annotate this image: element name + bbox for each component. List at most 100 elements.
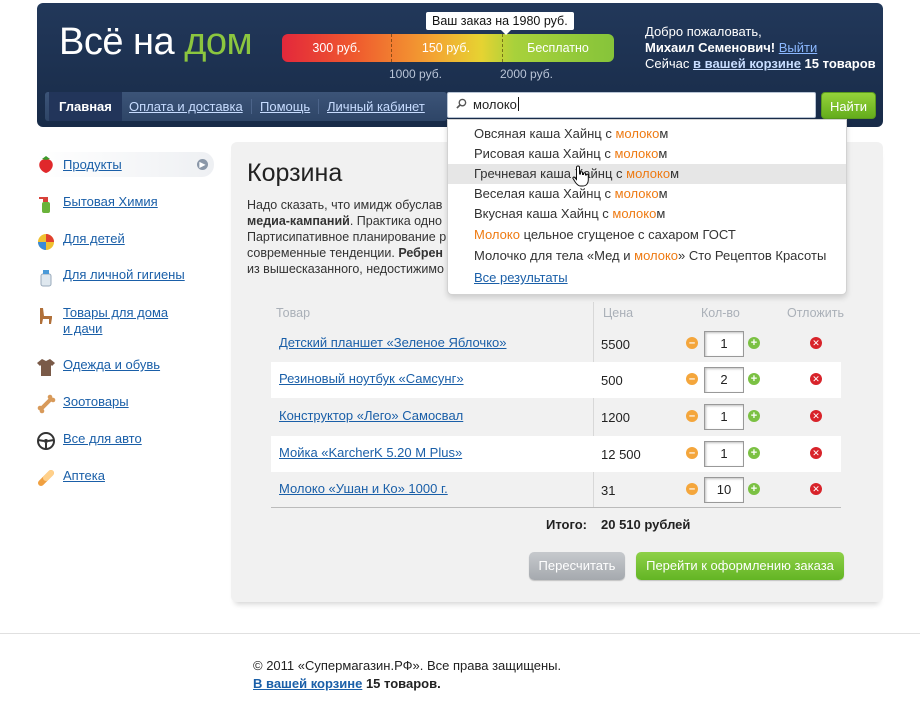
suggestion-item[interactable]: Веселая каша Хайнц с молоком <box>448 184 846 204</box>
footer-divider <box>0 633 920 634</box>
nav-help[interactable]: Помощь <box>260 92 310 121</box>
delivery-progress-bar: 300 руб. 150 руб. Бесплатно <box>282 34 614 62</box>
search-input[interactable]: молоко <box>447 92 816 118</box>
increase-qty-icon[interactable]: + <box>748 483 760 495</box>
increase-qty-icon[interactable]: + <box>748 337 760 349</box>
bar-segment-3: Бесплатно <box>527 41 589 55</box>
bar-segment-1: 300 руб. <box>312 41 361 55</box>
sidebar-item-label: Для детей <box>63 231 125 246</box>
nav-home[interactable]: Главная <box>49 92 122 121</box>
footer-cart: В вашей корзине 15 товаров. <box>253 676 441 691</box>
total-label: Итого: <box>546 517 587 532</box>
table-row: Мойка «KarcherK 5.20 M Plus» 12 500 – 1 … <box>271 436 841 472</box>
main-nav: Главная Оплата и доставка Помощь Личный … <box>45 92 447 121</box>
logo[interactable]: Всё на дом <box>59 21 253 64</box>
strawberry-icon <box>39 156 53 173</box>
sidebar-item-label: Зоотовары <box>63 394 129 409</box>
sidebar-item-products[interactable]: Продукты ▶ <box>36 152 214 177</box>
product-link[interactable]: Молоко «Ушан и Ко» 1000 г. <box>279 481 448 496</box>
table-bottom-line <box>271 507 841 508</box>
remove-item-icon[interactable]: ✕ <box>810 410 822 422</box>
product-link[interactable]: Конструктор «Лего» Самосвал <box>279 408 463 423</box>
header-cart-link[interactable]: в вашей корзине <box>693 56 801 71</box>
product-price: 31 <box>601 483 616 498</box>
nav-separator <box>318 99 319 114</box>
table-row: Детский планшет «Зеленое Яблочко» 5500 –… <box>271 326 841 362</box>
suggestion-item[interactable]: Овсяная каша Хайнц с молоком <box>448 124 846 144</box>
bar-segment-2: 150 руб. <box>421 41 471 55</box>
all-results-link[interactable]: Все результаты <box>474 270 568 285</box>
decrease-qty-icon[interactable]: – <box>686 337 698 349</box>
decrease-qty-icon[interactable]: – <box>686 373 698 385</box>
bar-tick-2000: 2000 руб. <box>500 67 553 81</box>
search-icon <box>456 98 467 109</box>
order-total-tooltip: Ваш заказ на 1980 руб. <box>426 12 574 35</box>
sidebar-item-label: Бытовая Химия <box>63 194 158 209</box>
decrease-qty-icon[interactable]: – <box>686 410 698 422</box>
shirt-icon <box>37 359 55 376</box>
nav-separator <box>251 99 252 114</box>
sidebar-item-label: Одежда и обувь <box>63 357 161 372</box>
beach-ball-icon <box>38 234 54 250</box>
footer-cart-link[interactable]: В вашей корзине <box>253 676 362 691</box>
welcome-block: Добро пожаловать, Михаил Семенович! Выйт… <box>645 24 880 72</box>
header-cart-count: 15 товаров <box>804 56 876 71</box>
copyright: © 2011 «Супермагазин.РФ». Все права защи… <box>253 658 562 673</box>
sidebar-item-label: Аптека <box>63 468 105 483</box>
search-suggestions: Овсяная каша Хайнц с молоком Рисовая каш… <box>447 119 847 295</box>
remove-item-icon[interactable]: ✕ <box>810 373 822 385</box>
table-row: Резиновый ноутбук «Самсунг» 500 – 2 + ✕ <box>271 362 841 398</box>
table-row: Молоко «Ушан и Ко» 1000 г. 31 – 10 + ✕ <box>271 472 841 508</box>
search-button[interactable]: Найти <box>821 92 876 119</box>
spray-bottle-icon <box>39 197 50 213</box>
suggestion-item[interactable]: Гречневая каша Хайнц с молоком <box>448 164 846 184</box>
lotion-bottle-icon <box>40 270 52 287</box>
increase-qty-icon[interactable]: + <box>748 447 760 459</box>
remove-item-icon[interactable]: ✕ <box>810 447 822 459</box>
nav-payment-delivery[interactable]: Оплата и доставка <box>129 92 243 121</box>
product-link[interactable]: Детский планшет «Зеленое Яблочко» <box>279 335 507 350</box>
product-price: 12 500 <box>601 447 641 462</box>
quantity-input[interactable]: 1 <box>704 441 744 467</box>
cart-prefix: Сейчас <box>645 56 690 71</box>
column-header-qty: Кол-во <box>701 306 740 320</box>
checkout-button[interactable]: Перейти к оформлению заказа <box>636 552 844 580</box>
sidebar-item-label: Для личной гигиены <box>63 267 185 282</box>
product-price: 1200 <box>601 410 630 425</box>
steering-wheel-icon <box>37 432 55 450</box>
remove-item-icon[interactable]: ✕ <box>810 483 822 495</box>
bone-icon <box>37 394 56 414</box>
bar-tick-1000: 1000 руб. <box>389 67 442 81</box>
suggestion-item[interactable]: Вкусная каша Хайнц с молоком <box>448 204 846 224</box>
arrow-right-icon: ▶ <box>197 159 208 170</box>
user-name: Михаил Семенович <box>645 40 771 55</box>
product-link[interactable]: Резиновый ноутбук «Самсунг» <box>279 371 464 386</box>
quantity-input[interactable]: 2 <box>704 367 744 393</box>
column-header-product: Товар <box>276 306 311 320</box>
column-header-price: Цена <box>603 306 634 320</box>
decrease-qty-icon[interactable]: – <box>686 483 698 495</box>
increase-qty-icon[interactable]: + <box>748 373 760 385</box>
quantity-input[interactable]: 1 <box>704 404 744 430</box>
product-link[interactable]: Мойка «KarcherK 5.20 M Plus» <box>279 445 462 460</box>
quantity-input[interactable]: 1 <box>704 331 744 357</box>
remove-item-icon[interactable]: ✕ <box>810 337 822 349</box>
suggestion-item[interactable]: Молоко цельное сгущеное с сахаром ГОСТ <box>448 225 846 245</box>
exclamation: ! <box>770 40 776 55</box>
suggestion-item[interactable]: Молочко для тела «Мед и молоко» Сто Реце… <box>448 246 846 266</box>
nav-account[interactable]: Личный кабинет <box>327 92 425 121</box>
product-price: 500 <box>601 373 623 388</box>
total-value: 20 510 рублей <box>601 517 691 532</box>
sidebar-item-label: Товары для дома и дачи <box>63 305 169 336</box>
recalculate-button[interactable]: Пересчитать <box>529 552 625 580</box>
quantity-input[interactable]: 10 <box>704 477 744 503</box>
footer-cart-count: 15 товаров. <box>365 676 441 691</box>
hand-cursor-icon <box>572 165 589 187</box>
decrease-qty-icon[interactable]: – <box>686 447 698 459</box>
suggestion-item[interactable]: Рисовая каша Хайнц с молоком <box>448 144 846 164</box>
table-row: Конструктор «Лего» Самосвал 1200 – 1 + ✕ <box>271 399 841 435</box>
chair-icon <box>40 308 52 324</box>
sidebar-item-label: Все для авто <box>63 431 142 446</box>
logout-link[interactable]: Выйти <box>779 40 818 55</box>
increase-qty-icon[interactable]: + <box>748 410 760 422</box>
